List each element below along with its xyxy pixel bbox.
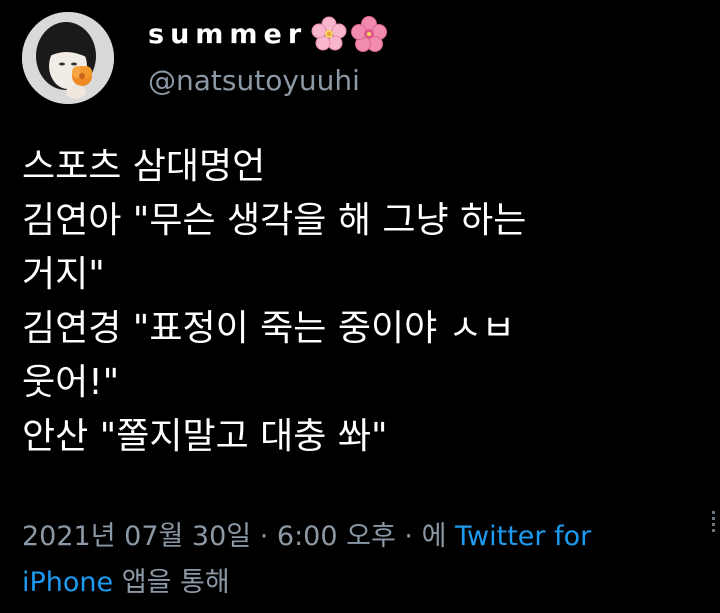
avatar-image <box>22 12 114 104</box>
source-link[interactable]: Twitter for <box>455 521 591 552</box>
tweet-line: 김연경 "표정이 죽는 중이야 ㅅㅂ <box>22 308 515 349</box>
display-name[interactable]: summer <box>148 19 307 50</box>
hibiscus-icon <box>351 16 388 52</box>
avatar[interactable] <box>22 12 114 104</box>
tweet-line: 웃어!" <box>22 362 120 403</box>
tweet-date[interactable]: 2021년 07월 30일 <box>22 521 251 552</box>
scroll-indicator <box>710 508 716 540</box>
tweet-line: 안산 "쫄지말고 대충 쏴" <box>22 416 388 457</box>
metadata-line-1: 2021년 07월 30일 · 6:00 오후 · 에 Twitter for <box>22 514 702 560</box>
metadata-line-2: iPhone 앱을 통해 <box>22 560 702 606</box>
display-name-row[interactable]: summer <box>148 14 388 54</box>
tweet-line: 거지" <box>22 254 105 295</box>
tweet-line: 스포츠 삼대명언 <box>22 146 266 187</box>
meta-separator: · <box>404 521 413 552</box>
tweet-metadata: 2021년 07월 30일 · 6:00 오후 · 에 Twitter for … <box>22 514 702 606</box>
tweet-time[interactable]: 6:00 오후 <box>277 521 396 552</box>
user-handle[interactable]: @natsutoyuuhi <box>148 64 360 97</box>
cherry-blossom-icon <box>311 16 347 52</box>
tweet-text: 스포츠 삼대명언 김연아 "무슨 생각을 해 그냥 하는 거지" 김연경 "표정… <box>22 140 702 464</box>
via-suffix: 앱을 통해 <box>121 567 230 598</box>
source-link-continued[interactable]: iPhone <box>22 567 113 598</box>
meta-separator: · <box>259 521 269 552</box>
tweet-card: summer @natsutoyuuhi 스포츠 삼대명언 김연아 "무슨 생각… <box>0 0 720 613</box>
via-prefix: 에 <box>421 521 447 552</box>
tweet-line: 김연아 "무슨 생각을 해 그냥 하는 <box>22 200 527 241</box>
